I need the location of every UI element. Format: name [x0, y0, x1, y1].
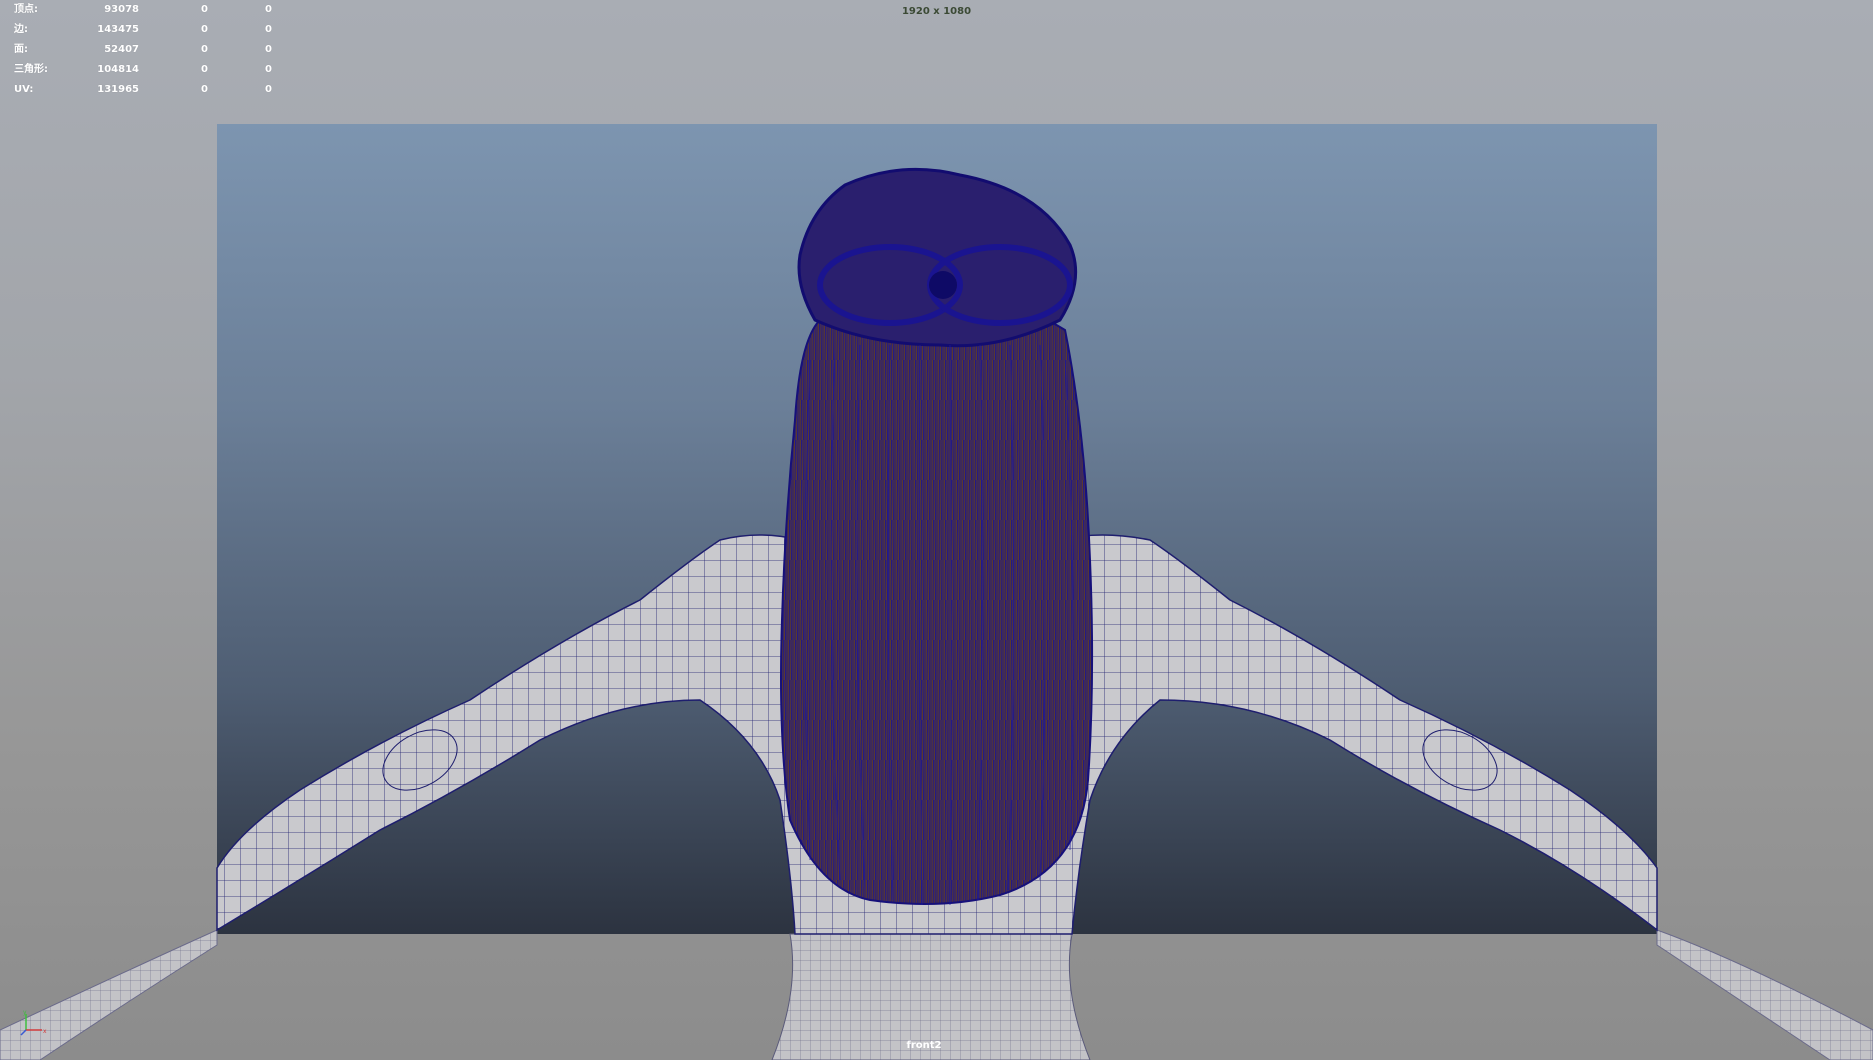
xyz-axis-gizmo-icon: y x — [20, 1009, 47, 1036]
character-wireframe[interactable] — [0, 0, 1873, 1060]
hud-selected-count: 0 — [201, 64, 208, 75]
maya-viewport[interactable]: 顶点: 93078 0 0 边: 143475 0 0 面: 52407 0 0… — [0, 0, 1873, 1060]
hud-selected-count: 0 — [201, 84, 208, 95]
hud-selected-count-2: 0 — [265, 84, 272, 95]
resolution-gate-label: 1920 x 1080 — [901, 6, 972, 17]
hud-label: UV: — [14, 84, 34, 95]
hud-value: 52407 — [104, 44, 139, 55]
hud-label: 面: — [14, 44, 28, 55]
hud-selected-count-2: 0 — [265, 24, 272, 35]
camera-name-label: front2 — [906, 1040, 942, 1051]
hud-label: 三角形: — [14, 64, 48, 75]
hud-selected-count-2: 0 — [265, 64, 272, 75]
svg-text:y: y — [23, 1009, 27, 1016]
hud-value: 131965 — [97, 84, 139, 95]
hud-selected-count-2: 0 — [265, 44, 272, 55]
hud-value: 104814 — [97, 64, 139, 75]
hud-value: 143475 — [97, 24, 139, 35]
hud-selected-count: 0 — [201, 24, 208, 35]
hud-selected-count: 0 — [201, 44, 208, 55]
hud-row-uvs: UV: 131965 0 0 — [14, 80, 274, 100]
hud-row-edges: 边: 143475 0 0 — [14, 20, 274, 40]
svg-text:x: x — [43, 1028, 47, 1035]
hud-label: 边: — [14, 24, 28, 35]
hud-row-triangles: 三角形: 104814 0 0 — [14, 60, 274, 80]
hud-row-faces: 面: 52407 0 0 — [14, 40, 274, 60]
